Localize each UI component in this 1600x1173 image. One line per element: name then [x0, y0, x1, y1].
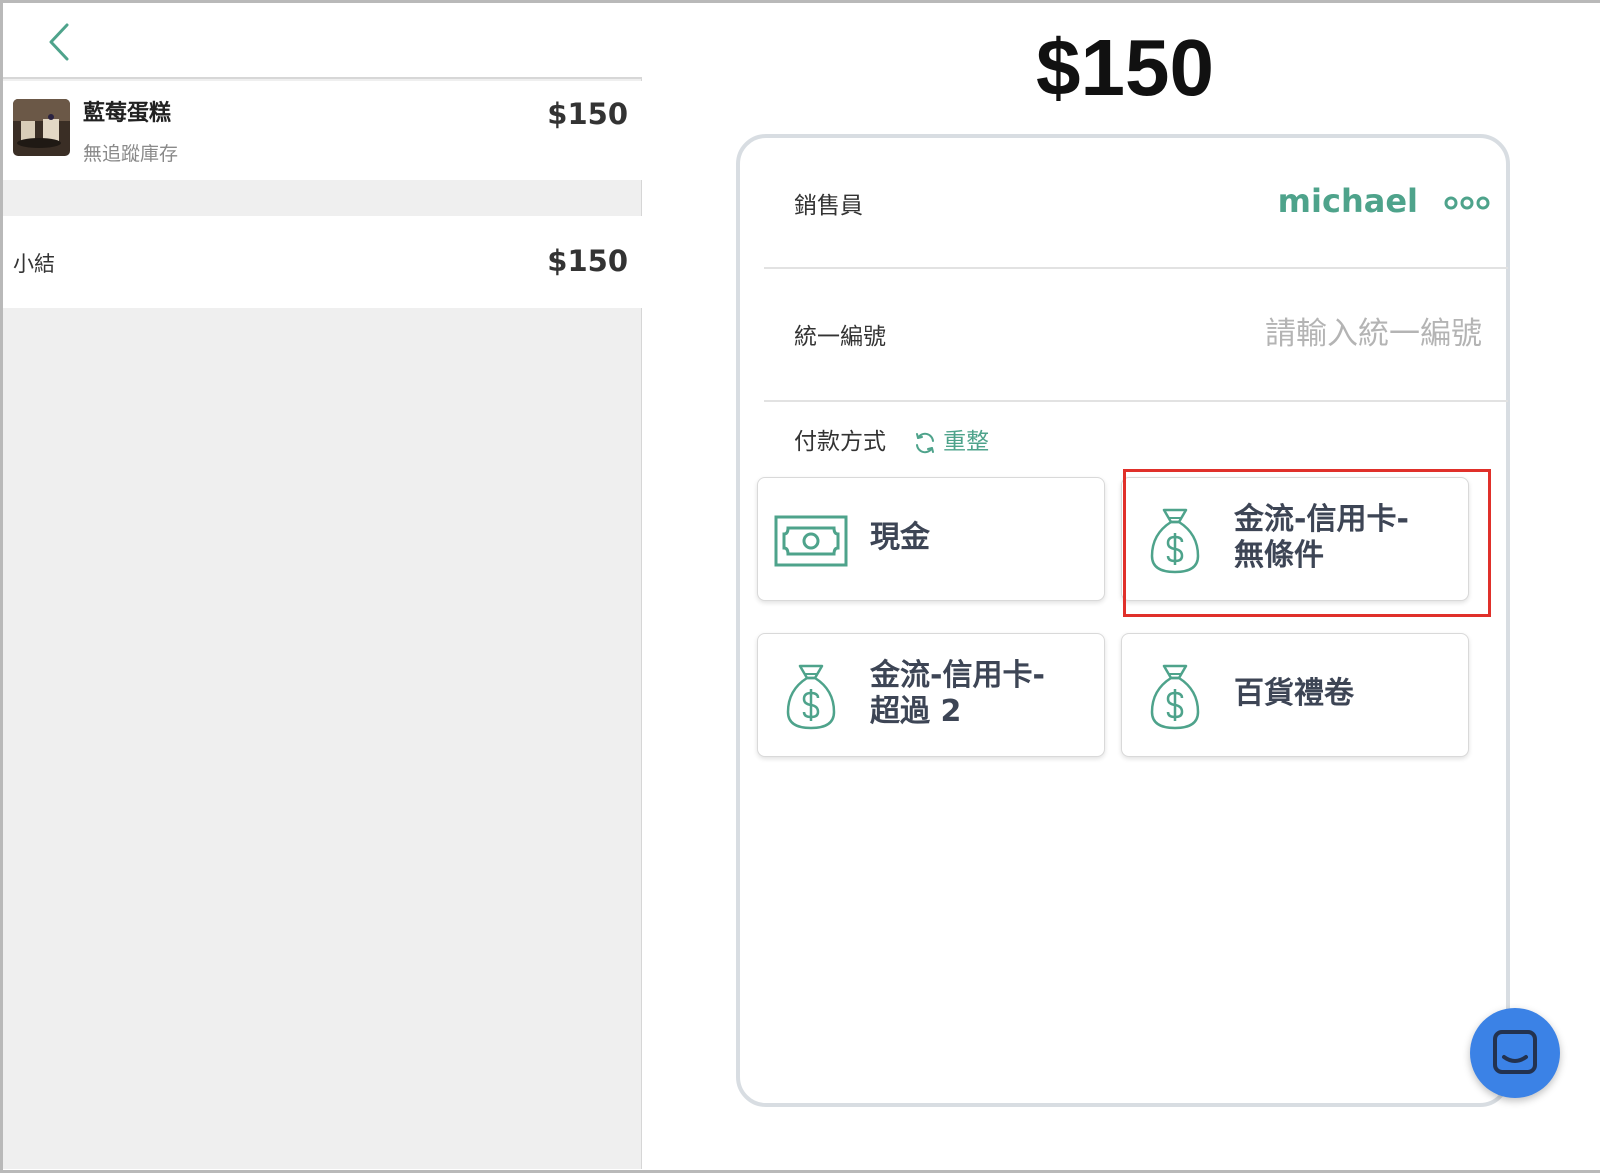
reset-button[interactable]: 重整	[913, 422, 989, 456]
payment-label: 金流-信用卡- 超過 2	[870, 658, 1045, 729]
subtotal-value: $150	[547, 244, 628, 278]
cash-icon	[774, 515, 848, 567]
tax-id-input[interactable]	[1082, 309, 1482, 359]
refresh-icon	[916, 432, 935, 453]
payment-label: 現金	[870, 520, 930, 555]
item-price: $150	[547, 97, 628, 131]
payment-method-label: 付款方式	[794, 429, 886, 455]
order-item-row[interactable]: 藍莓蛋糕 無追蹤庫存 $150	[3, 81, 642, 180]
chat-icon	[1493, 1030, 1537, 1074]
tax-id-label: 統一編號	[794, 324, 886, 350]
salesperson-row[interactable]: 銷售員 michael	[764, 138, 1508, 269]
order-header	[3, 3, 642, 79]
salesperson-label: 銷售員	[794, 193, 863, 219]
item-thumbnail	[13, 99, 70, 156]
money-bag-icon	[1150, 508, 1200, 574]
payment-credit-card-unconditional-button[interactable]: 金流-信用卡- 無條件	[1121, 477, 1469, 601]
payment-method-header: 付款方式 重整	[794, 422, 989, 456]
salesperson-name[interactable]: michael	[1278, 182, 1418, 220]
order-total: $150	[1036, 23, 1214, 112]
payment-cash-button[interactable]: 現金	[757, 477, 1105, 601]
order-pane: 藍莓蛋糕 無追蹤庫存 $150 小結 $150	[3, 3, 642, 1169]
payment-gift-voucher-button[interactable]: 百貨禮卷	[1121, 633, 1469, 757]
more-options-icon[interactable]	[1444, 196, 1490, 210]
chat-support-button[interactable]	[1470, 1008, 1560, 1098]
payment-label: 百貨禮卷	[1234, 676, 1354, 711]
reset-label: 重整	[943, 429, 990, 455]
subtotal-label: 小結	[13, 252, 55, 276]
money-bag-icon	[786, 664, 836, 730]
payment-credit-card-over-2-button[interactable]: 金流-信用卡- 超過 2	[757, 633, 1105, 757]
money-bag-icon	[1150, 664, 1200, 730]
item-name: 藍莓蛋糕	[83, 101, 172, 126]
back-chevron-icon[interactable]	[41, 19, 81, 65]
item-stock-note: 無追蹤庫存	[83, 143, 179, 165]
checkout-panel: 銷售員 michael 統一編號 付款方式 重整 現金	[736, 134, 1510, 1107]
tax-id-row: 統一編號	[764, 269, 1508, 402]
payment-label: 金流-信用卡- 無條件	[1234, 502, 1409, 573]
subtotal-row: 小結 $150	[3, 216, 642, 308]
